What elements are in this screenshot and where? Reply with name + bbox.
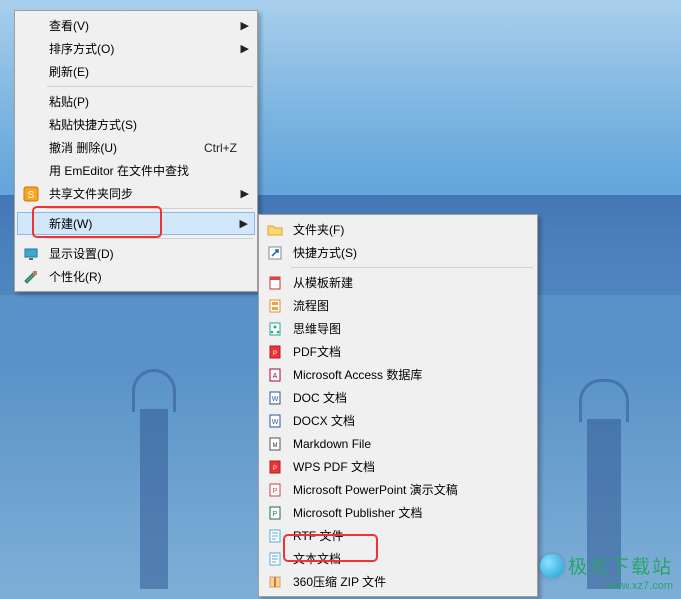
pdf-icon: P	[267, 344, 283, 360]
submenu-item-flow[interactable]: 流程图	[261, 294, 535, 317]
menu-item-label: Microsoft Access 数据库	[293, 366, 517, 383]
md-icon: M	[267, 436, 283, 452]
svg-text:P: P	[273, 466, 277, 472]
menu-separator	[47, 208, 253, 209]
menu-item-label: 排序方式(O)	[49, 40, 237, 57]
template-icon	[267, 275, 283, 291]
menu-item-label: 粘贴(P)	[49, 93, 237, 110]
submenu-item-zip[interactable]: 360压缩 ZIP 文件	[261, 570, 535, 593]
pub-icon: P	[267, 505, 283, 521]
submenu-item-wpspdf[interactable]: P WPS PDF 文档	[261, 455, 535, 478]
menu-item-label: 思维导图	[293, 320, 517, 337]
access-icon: A	[267, 367, 283, 383]
menu-item-label: PDF文档	[293, 343, 517, 360]
mind-icon	[267, 321, 283, 337]
submenu-item-docx[interactable]: W DOCX 文档	[261, 409, 535, 432]
menu-item-sync[interactable]: S 共享文件夹同步 ▶	[17, 182, 255, 205]
menu-item-label: DOC 文档	[293, 389, 517, 406]
menu-item-label: 快捷方式(S)	[293, 244, 517, 261]
svg-text:M: M	[273, 443, 278, 449]
docx-icon: W	[267, 413, 283, 429]
submenu-item-shortcut[interactable]: 快捷方式(S)	[261, 241, 535, 264]
personalize-icon	[23, 269, 39, 285]
menu-item-label: 用 EmEditor 在文件中查找	[49, 162, 237, 179]
menu-item-sort[interactable]: 排序方式(O) ▶	[17, 37, 255, 60]
context-menu-main: 查看(V) ▶ 排序方式(O) ▶ 刷新(E) 粘贴(P) 粘贴快捷方式(S) …	[14, 10, 258, 292]
menu-accelerator: Ctrl+Z	[194, 141, 237, 155]
menu-item-label: 360压缩 ZIP 文件	[293, 573, 517, 590]
menu-item-label: Microsoft PowerPoint 演示文稿	[293, 481, 517, 498]
svg-text:W: W	[272, 396, 279, 403]
sync-icon: S	[23, 186, 39, 202]
ppt-icon: P	[267, 482, 283, 498]
rtf-icon	[267, 528, 283, 544]
wpspdf-icon: P	[267, 459, 283, 475]
menu-item-label: RTF 文件	[293, 527, 517, 544]
menu-separator	[47, 238, 253, 239]
menu-item-label: 个性化(R)	[49, 268, 237, 285]
chevron-right-icon: ▶	[241, 42, 249, 55]
display-icon	[23, 246, 39, 262]
menu-separator	[47, 86, 253, 87]
flow-icon	[267, 298, 283, 314]
menu-item-label: 粘贴快捷方式(S)	[49, 116, 237, 133]
submenu-item-rtf[interactable]: RTF 文件	[261, 524, 535, 547]
menu-item-label: WPS PDF 文档	[293, 458, 517, 475]
zip-icon	[267, 574, 283, 590]
submenu-item-ppt[interactable]: P Microsoft PowerPoint 演示文稿	[261, 478, 535, 501]
svg-text:P: P	[273, 488, 278, 495]
submenu-item-mindmap[interactable]: 思维导图	[261, 317, 535, 340]
menu-item-label: 新建(W)	[49, 215, 237, 232]
menu-item-label: DOCX 文档	[293, 412, 517, 429]
txt-icon	[267, 551, 283, 567]
svg-text:S: S	[28, 190, 35, 201]
menu-item-label: 共享文件夹同步	[49, 185, 237, 202]
watermark-text: 极光下载站	[568, 557, 673, 578]
menu-item-label: 流程图	[293, 297, 517, 314]
chevron-right-icon: ▶	[241, 19, 249, 32]
context-menu-new: 文件夹(F) 快捷方式(S) 从模板新建 流程图 思维导图 P PDF文档 A …	[258, 214, 538, 597]
menu-item-refresh[interactable]: 刷新(E)	[17, 60, 255, 83]
menu-item-label: Markdown File	[293, 437, 517, 451]
menu-item-label: 从模板新建	[293, 274, 517, 291]
menu-item-paste-shortcut[interactable]: 粘贴快捷方式(S)	[17, 113, 255, 136]
background-shape	[140, 409, 168, 589]
submenu-item-doc[interactable]: W DOC 文档	[261, 386, 535, 409]
folder-icon	[267, 222, 283, 238]
menu-item-label: 查看(V)	[49, 17, 237, 34]
menu-item-emeditor[interactable]: 用 EmEditor 在文件中查找	[17, 159, 255, 182]
menu-item-label: Microsoft Publisher 文档	[293, 504, 517, 521]
watermark-orb-icon	[540, 554, 564, 578]
menu-item-display[interactable]: 显示设置(D)	[17, 242, 255, 265]
submenu-item-folder[interactable]: 文件夹(F)	[261, 218, 535, 241]
watermark-url: www.xz7.com	[540, 580, 673, 593]
chevron-right-icon: ▶	[240, 217, 248, 230]
menu-item-label: 刷新(E)	[49, 63, 237, 80]
submenu-item-template[interactable]: 从模板新建	[261, 271, 535, 294]
chevron-right-icon: ▶	[241, 187, 249, 200]
submenu-item-access[interactable]: A Microsoft Access 数据库	[261, 363, 535, 386]
svg-text:A: A	[273, 373, 278, 380]
svg-text:P: P	[273, 351, 277, 357]
menu-item-view[interactable]: 查看(V) ▶	[17, 14, 255, 37]
doc-icon: W	[267, 390, 283, 406]
menu-item-new[interactable]: 新建(W) ▶	[17, 212, 255, 235]
submenu-item-pdf[interactable]: P PDF文档	[261, 340, 535, 363]
shortcut-icon	[267, 245, 283, 261]
menu-item-personalize[interactable]: 个性化(R)	[17, 265, 255, 288]
menu-item-undo-delete[interactable]: 撤消 删除(U) Ctrl+Z	[17, 136, 255, 159]
menu-item-label: 文本文档	[293, 550, 517, 567]
svg-text:P: P	[273, 511, 278, 518]
menu-separator	[291, 267, 533, 268]
menu-item-label: 文件夹(F)	[293, 221, 517, 238]
menu-item-label: 撤消 删除(U)	[49, 139, 194, 156]
submenu-item-md[interactable]: M Markdown File	[261, 432, 535, 455]
menu-item-paste[interactable]: 粘贴(P)	[17, 90, 255, 113]
svg-text:W: W	[272, 419, 279, 426]
watermark: 极光下载站 www.xz7.com	[540, 554, 673, 593]
submenu-item-pub[interactable]: P Microsoft Publisher 文档	[261, 501, 535, 524]
menu-item-label: 显示设置(D)	[49, 245, 237, 262]
submenu-item-txt[interactable]: 文本文档	[261, 547, 535, 570]
